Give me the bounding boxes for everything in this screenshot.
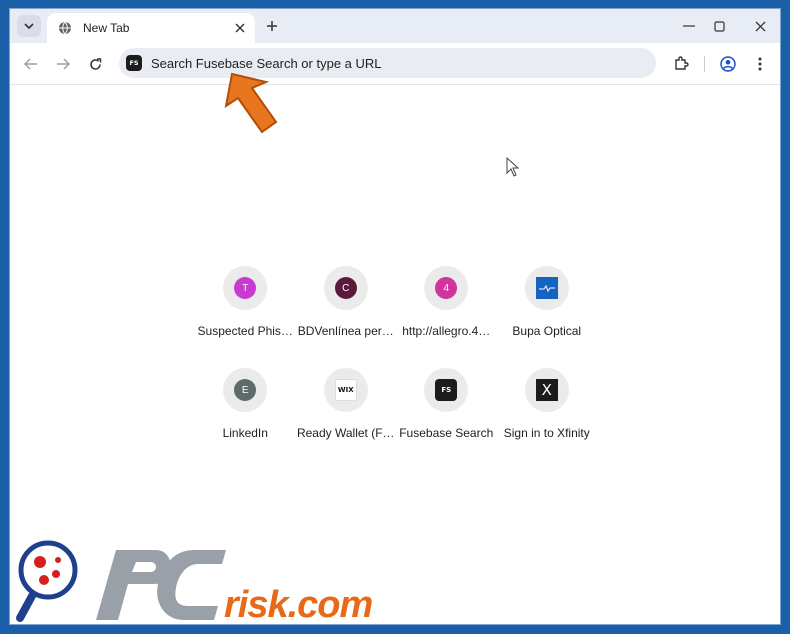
xfinity-icon: X	[535, 379, 558, 401]
shortcut-label: LinkedIn	[222, 426, 268, 440]
shortcut-tile[interactable]: C BDVenlínea per…	[296, 264, 397, 354]
shortcut-grid: T Suspected Phis… C BDVenlínea per… 4 ht…	[195, 264, 597, 456]
shortcut-tile[interactable]: WIX Ready Wallet (F…	[296, 366, 397, 456]
maximize-icon	[713, 20, 725, 32]
back-icon	[24, 58, 37, 70]
forward-button[interactable]	[52, 53, 74, 75]
profile-button[interactable]	[717, 53, 739, 75]
minimize-icon	[683, 25, 695, 27]
shortcut-label: Bupa Optical	[512, 324, 582, 338]
profile-icon	[720, 56, 736, 72]
shortcut-icon-bg: WIX	[323, 368, 368, 412]
shortcut-icon-bg	[524, 266, 569, 310]
fusebase-icon: FS	[126, 55, 142, 71]
extensions-button[interactable]	[670, 53, 692, 75]
watermark-text: risk.com	[224, 584, 373, 626]
shortcut-tile[interactable]: FS Fusebase Search	[396, 366, 497, 456]
pc-logo-icon	[96, 550, 226, 620]
tab-search-button[interactable]	[17, 15, 41, 37]
number-4-icon: 4	[435, 277, 458, 299]
shortcut-label: BDVenlínea per…	[297, 324, 394, 338]
mouse-cursor-icon	[506, 157, 520, 177]
shortcut-label: Sign in to Xfinity	[503, 426, 590, 440]
shortcut-icon-bg: C	[323, 266, 368, 310]
menu-button[interactable]	[749, 53, 771, 75]
pcrisk-watermark: risk.com	[14, 540, 454, 626]
shortcut-label: Fusebase Search	[399, 426, 494, 440]
shortcut-icon-bg: T	[223, 266, 268, 310]
shortcut-label: http://allegro.4…	[402, 324, 491, 338]
tab-title: New Tab	[83, 21, 130, 35]
shortcut-tile[interactable]: T Suspected Phis…	[195, 264, 296, 354]
new-tab-button[interactable]	[262, 16, 282, 36]
shortcut-tile[interactable]: 4 http://allegro.4…	[396, 264, 497, 354]
tab-new-tab[interactable]: New Tab	[47, 13, 255, 43]
wix-icon: WIX	[334, 379, 357, 401]
fusebase-icon: FS	[435, 379, 458, 401]
bupa-icon	[535, 277, 558, 299]
shortcut-label: Ready Wallet (F…	[296, 426, 395, 440]
minimize-button[interactable]	[674, 15, 704, 37]
letter-t-icon: T	[234, 277, 257, 299]
plus-icon	[267, 21, 277, 31]
address-bar-placeholder: Search Fusebase Search or type a URL	[151, 55, 382, 71]
annotation-arrow-icon	[224, 72, 278, 134]
reload-icon	[89, 57, 101, 70]
back-button[interactable]	[20, 53, 42, 75]
letter-c-icon: C	[334, 277, 357, 299]
shortcut-icon-bg: FS	[424, 368, 469, 412]
browser-window: New Tab FS Search Fusebase Search or typ…	[9, 8, 781, 625]
toolbar-divider	[704, 56, 705, 72]
shortcut-icon-bg: 4	[424, 266, 469, 310]
globe-icon	[57, 20, 73, 36]
toolbar: FS Search Fusebase Search or type a URL	[10, 43, 780, 85]
tab-strip: New Tab	[10, 9, 780, 43]
extensions-icon	[675, 56, 689, 70]
maximize-button[interactable]	[704, 15, 734, 37]
shortcut-label: Suspected Phis…	[197, 324, 293, 338]
letter-e-icon: E	[234, 379, 257, 401]
shortcut-tile[interactable]: E LinkedIn	[195, 366, 296, 456]
address-bar[interactable]: FS Search Fusebase Search or type a URL	[119, 48, 656, 78]
menu-icon	[758, 57, 762, 71]
shortcut-tile[interactable]: Bupa Optical	[497, 264, 598, 354]
close-icon	[755, 21, 765, 31]
shortcut-icon-bg: E	[223, 368, 268, 412]
close-window-button[interactable]	[745, 15, 775, 37]
shortcut-icon-bg: X	[524, 368, 569, 412]
shortcut-tile[interactable]: X Sign in to Xfinity	[497, 366, 598, 456]
close-icon[interactable]	[231, 19, 249, 37]
reload-button[interactable]	[84, 53, 106, 75]
chevron-down-icon	[24, 23, 34, 30]
forward-icon	[57, 58, 70, 70]
